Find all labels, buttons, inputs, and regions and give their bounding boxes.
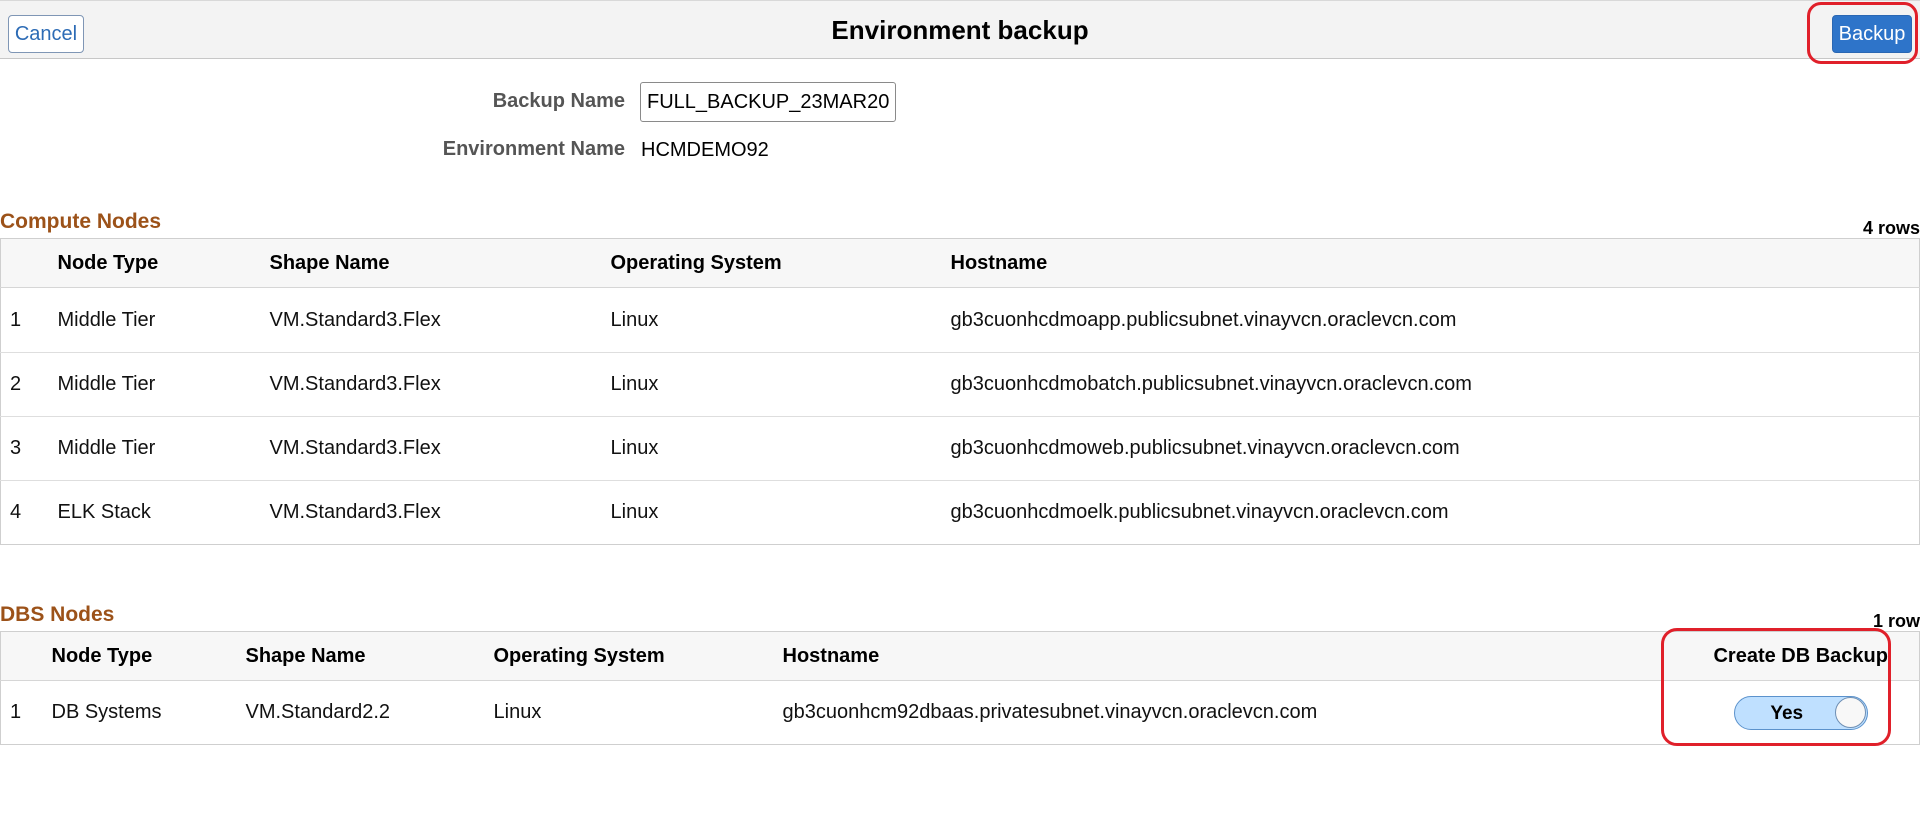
node-type-cell: Middle Tier	[57, 416, 270, 481]
table-header-row: Node Type Shape Name Operating System Ho…	[0, 631, 1920, 681]
column-header-shape-name: Shape Name	[269, 238, 611, 288]
table-row: 1 DB Systems VM.Standard2.2 Linux gb3cuo…	[1, 681, 1920, 745]
column-header-operating-system: Operating System	[493, 631, 783, 681]
row-number: 3	[0, 416, 58, 481]
shape-name-cell: VM.Standard3.Flex	[269, 287, 611, 353]
hostname-cell: gb3cuonhcm92dbaas.privatesubnet.vinayvcn…	[782, 701, 1318, 723]
table-row: 2 Middle Tier VM.Standard3.Flex Linux gb…	[0, 352, 1920, 417]
page-title: Environment backup	[831, 15, 1089, 45]
column-header-hostname: Hostname	[782, 631, 1683, 681]
environment-name-label: Environment Name	[442, 138, 625, 160]
dbs-nodes-title: DBS Nodes	[0, 603, 115, 626]
dbs-nodes-table: Node Type Shape Name Operating System Ho…	[0, 631, 1920, 745]
toggle-knob	[1834, 696, 1866, 728]
column-header-hostname: Hostname	[950, 238, 1920, 288]
shape-name-cell: VM.Standard3.Flex	[269, 416, 611, 481]
column-header-operating-system: Operating System	[610, 238, 951, 288]
row-number: 2	[0, 352, 58, 417]
row-number: 1	[10, 701, 22, 723]
shape-name-cell: VM.Standard2.2	[245, 701, 391, 723]
shape-name-cell: VM.Standard3.Flex	[269, 352, 611, 417]
compute-nodes-table: Node Type Shape Name Operating System Ho…	[0, 238, 1920, 545]
dbs-row-count: 1 row	[1872, 611, 1920, 631]
backup-name-label: Backup Name	[492, 90, 625, 112]
table-row: 4 ELK Stack VM.Standard3.Flex Linux gb3c…	[1, 481, 1920, 545]
shape-name-cell: VM.Standard3.Flex	[269, 501, 441, 523]
compute-row-count: 4 rows	[1862, 218, 1920, 238]
column-header-number	[0, 631, 52, 681]
backup-name-input[interactable]	[640, 82, 896, 122]
column-header-shape-name: Shape Name	[245, 631, 494, 681]
column-header-number	[0, 238, 58, 288]
hostname-cell: gb3cuonhcdmobatch.publicsubnet.vinayvcn.…	[950, 352, 1920, 417]
table-row: 3 Middle Tier VM.Standard3.Flex Linux gb…	[0, 416, 1920, 481]
row-number: 4	[10, 501, 22, 523]
node-type-cell: Middle Tier	[57, 352, 270, 417]
create-db-backup-cell: Yes	[1683, 681, 1920, 745]
environment-name-value: HCMDEMO92	[641, 139, 769, 161]
create-db-backup-toggle[interactable]: Yes	[1733, 695, 1868, 730]
hostname-cell: gb3cuonhcdmoweb.publicsubnet.vinayvcn.or…	[950, 416, 1920, 481]
column-header-create-db-backup: Create DB Backup	[1682, 631, 1920, 681]
node-type-cell: ELK Stack	[57, 501, 151, 523]
node-type-cell: Middle Tier	[57, 287, 270, 353]
toggle-label: Yes	[1770, 702, 1804, 724]
backup-button[interactable]: Backup	[1832, 15, 1912, 53]
column-header-node-type: Node Type	[51, 631, 246, 681]
compute-nodes-title: Compute Nodes	[0, 210, 162, 233]
page-header: Cancel Environment backup Backup	[0, 0, 1920, 59]
operating-system-cell: Linux	[610, 501, 659, 523]
operating-system-cell: Linux	[493, 701, 542, 723]
operating-system-cell: Linux	[610, 287, 951, 353]
table-header-row: Node Type Shape Name Operating System Ho…	[0, 238, 1920, 288]
operating-system-cell: Linux	[610, 352, 951, 417]
column-header-node-type: Node Type	[57, 238, 270, 288]
table-row: 1 Middle Tier VM.Standard3.Flex Linux gb…	[0, 287, 1920, 353]
hostname-cell: gb3cuonhcdmoelk.publicsubnet.vinayvcn.or…	[950, 501, 1449, 523]
node-type-cell: DB Systems	[51, 701, 162, 723]
row-number: 1	[0, 287, 58, 353]
hostname-cell: gb3cuonhcdmoapp.publicsubnet.vinayvcn.or…	[950, 287, 1920, 353]
operating-system-cell: Linux	[610, 416, 951, 481]
